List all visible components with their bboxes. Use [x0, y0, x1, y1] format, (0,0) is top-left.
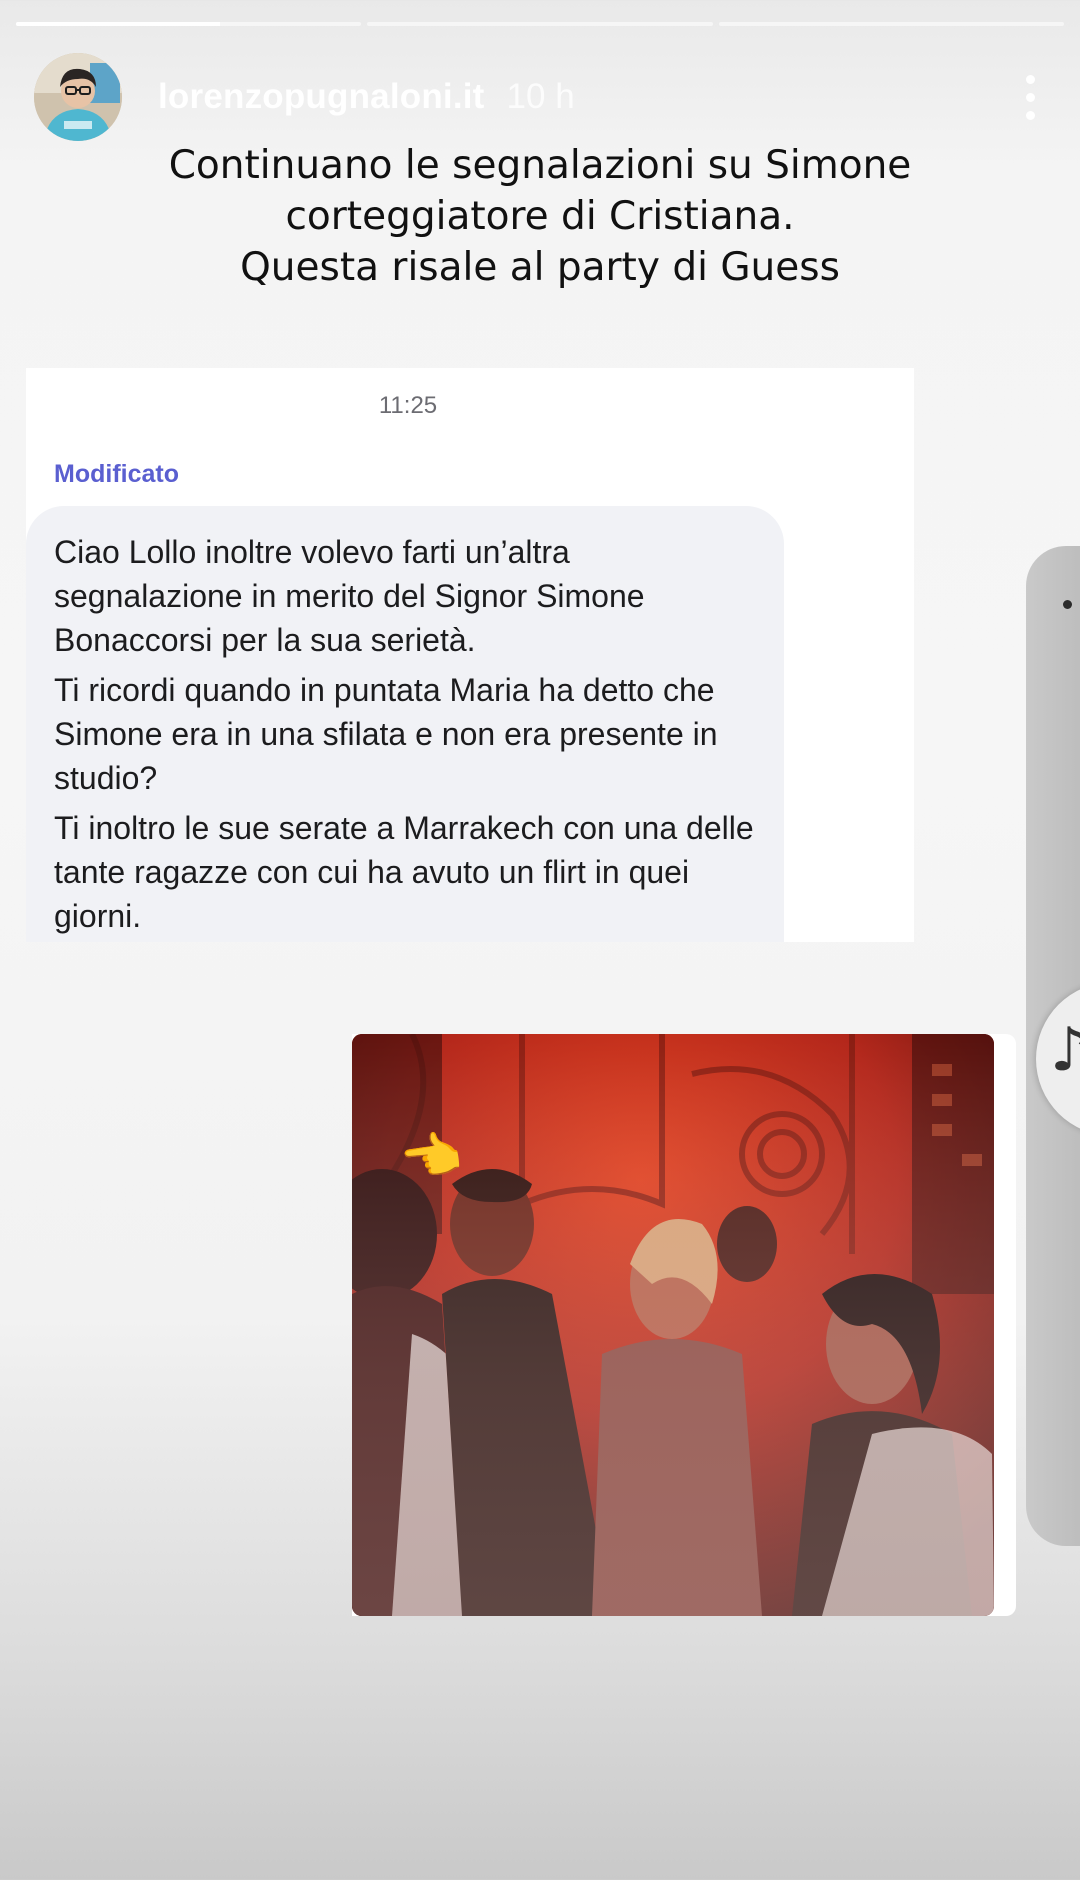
caption-line: Questa risale al party di Guess: [240, 245, 840, 290]
pointing-hand-emoji: 👈: [396, 1124, 466, 1190]
more-vertical-icon[interactable]: [1010, 67, 1050, 127]
music-note-icon: ♪: [1050, 1015, 1080, 1085]
side-panel-dot: [1063, 600, 1072, 609]
message-paragraph: Ti inoltro le sue serate a Marrakech con…: [54, 810, 754, 934]
progress-segment-2: [367, 22, 713, 26]
avatar[interactable]: [34, 53, 122, 141]
message-paragraph: Ti ricordi quando in puntata Maria ha de…: [54, 672, 718, 796]
progress-segment-1: [16, 22, 362, 26]
message-bubble: Ciao Lollo inoltre volevo farti un’altra…: [26, 506, 784, 942]
avatar-image: [34, 53, 122, 141]
story-progress-bar: [16, 22, 1064, 27]
party-photo-image: [352, 1034, 994, 1616]
caption-line: Continuano le segnalazioni su Simone: [168, 143, 912, 188]
story-time-ago: 10 h: [506, 77, 575, 116]
message-time: 11:25: [378, 392, 438, 419]
party-photo[interactable]: 👈: [352, 1034, 994, 1616]
progress-segment-3: [718, 22, 1064, 26]
chat-screenshot: 11:25 Modificato Ciao Lollo inoltre vole…: [26, 368, 914, 942]
edited-label: Modificato: [54, 460, 179, 488]
story-caption: Continuano le segnalazioni su Simone cor…: [60, 140, 1020, 293]
story-header: lorenzopugnaloni.it 10 h: [34, 52, 1050, 142]
message-paragraph: Ciao Lollo inoltre volevo farti un’altra…: [54, 534, 645, 658]
caption-line: corteggiatore di Cristiana.: [285, 194, 795, 239]
story-username[interactable]: lorenzopugnaloni.it: [158, 77, 485, 117]
forwarded-photo-card: 👈: [352, 1034, 1016, 1616]
